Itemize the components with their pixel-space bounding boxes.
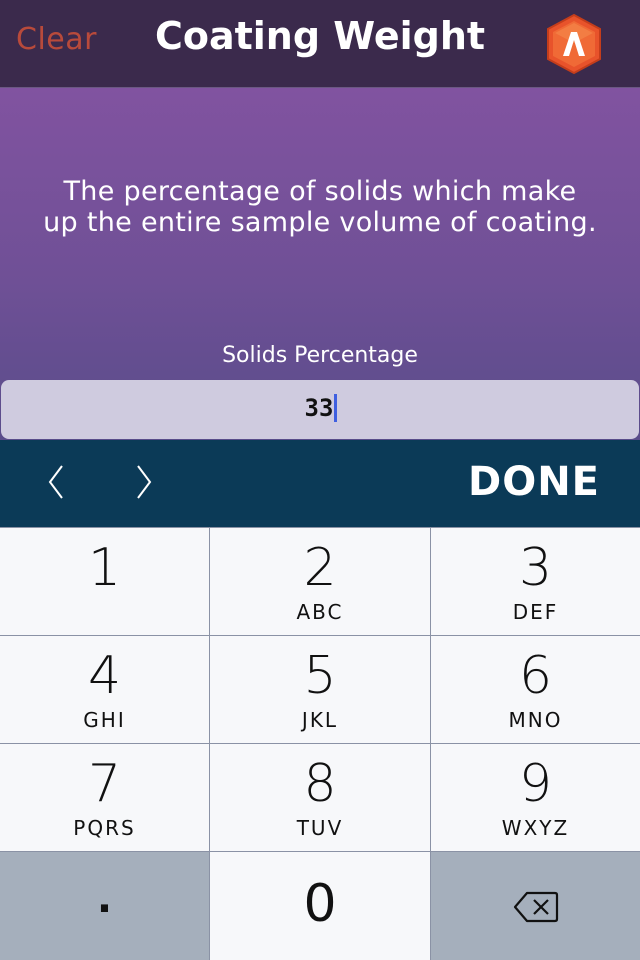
key-letters: WXYZ bbox=[501, 816, 570, 840]
key-number: 4 bbox=[87, 646, 122, 706]
key-9[interactable]: 9 WXYZ bbox=[431, 744, 640, 851]
key-number: 0 bbox=[303, 874, 337, 934]
key-letters: GHI bbox=[83, 708, 126, 732]
backspace-icon bbox=[513, 891, 559, 923]
key-letters: TUV bbox=[296, 816, 344, 840]
key-4[interactable]: 4 GHI bbox=[0, 636, 209, 743]
app-logo-icon[interactable] bbox=[544, 13, 604, 75]
key-letters: DEF bbox=[512, 600, 559, 624]
solids-percentage-input[interactable]: 33 bbox=[1, 380, 639, 439]
key-2[interactable]: 2 ABC bbox=[210, 528, 430, 635]
description-line-2: up the entire sample volume of coating. bbox=[43, 207, 597, 238]
key-letters: MNO bbox=[508, 708, 563, 732]
keyboard-toolbar: DONE bbox=[0, 440, 640, 527]
key-number: 6 bbox=[518, 646, 553, 706]
key-number: 7 bbox=[87, 754, 122, 814]
content-area: The percentage of solids which make up t… bbox=[0, 88, 640, 440]
key-3[interactable]: 3 DEF bbox=[431, 528, 640, 635]
key-number: 9 bbox=[518, 754, 553, 814]
key-6[interactable]: 6 MNO bbox=[431, 636, 640, 743]
decimal-label: . bbox=[96, 876, 113, 922]
key-8[interactable]: 8 TUV bbox=[210, 744, 430, 851]
text-cursor bbox=[334, 394, 338, 422]
done-button[interactable]: DONE bbox=[468, 459, 600, 505]
field-description: The percentage of solids which make up t… bbox=[20, 176, 620, 238]
chevron-left-icon[interactable] bbox=[42, 460, 72, 504]
key-decimal[interactable]: . bbox=[0, 852, 209, 960]
key-0[interactable]: 0 bbox=[210, 852, 430, 960]
key-number: 5 bbox=[303, 646, 337, 706]
app-screen: Clear Coating Weight The percentage of s… bbox=[0, 0, 640, 960]
key-1[interactable]: 1 bbox=[0, 528, 209, 635]
key-number: 1 bbox=[87, 538, 122, 598]
numeric-keypad: 1 2 ABC 3 DEF 4 GHI 5 JKL 6 MNO 7 PQRS 8… bbox=[0, 527, 640, 960]
input-value[interactable]: 33 bbox=[305, 394, 334, 422]
key-number: 8 bbox=[303, 754, 337, 814]
key-5[interactable]: 5 JKL bbox=[210, 636, 430, 743]
key-letters: JKL bbox=[301, 708, 339, 732]
key-letters: PQRS bbox=[73, 816, 136, 840]
description-line-1: The percentage of solids which make bbox=[63, 176, 577, 207]
key-letters: ABC bbox=[296, 600, 344, 624]
key-number: 2 bbox=[303, 538, 337, 598]
solids-percentage-label: Solids Percentage bbox=[222, 343, 418, 368]
nav-bar: Clear Coating Weight bbox=[0, 0, 640, 88]
key-number: 3 bbox=[518, 538, 553, 598]
delete-button[interactable] bbox=[431, 852, 640, 960]
key-7[interactable]: 7 PQRS bbox=[0, 744, 209, 851]
input-value-wrapper[interactable]: 33 bbox=[1, 394, 640, 422]
chevron-right-icon[interactable] bbox=[128, 460, 158, 504]
